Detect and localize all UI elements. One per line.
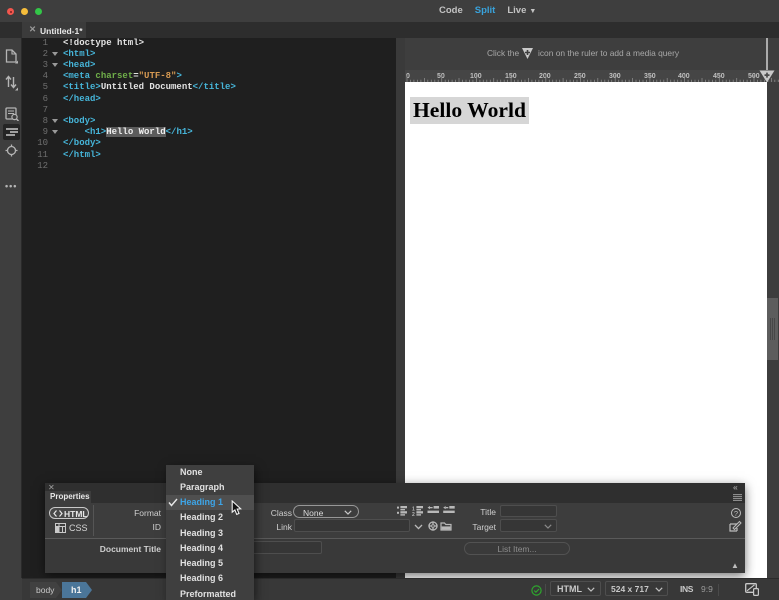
- svg-text:400: 400: [678, 73, 690, 80]
- svg-text:250: 250: [574, 73, 586, 80]
- svg-text:2: 2: [412, 512, 415, 516]
- svg-text:50: 50: [437, 73, 445, 80]
- svg-text:450: 450: [713, 73, 725, 80]
- svg-text:200: 200: [539, 73, 551, 80]
- svg-text:100: 100: [470, 73, 482, 80]
